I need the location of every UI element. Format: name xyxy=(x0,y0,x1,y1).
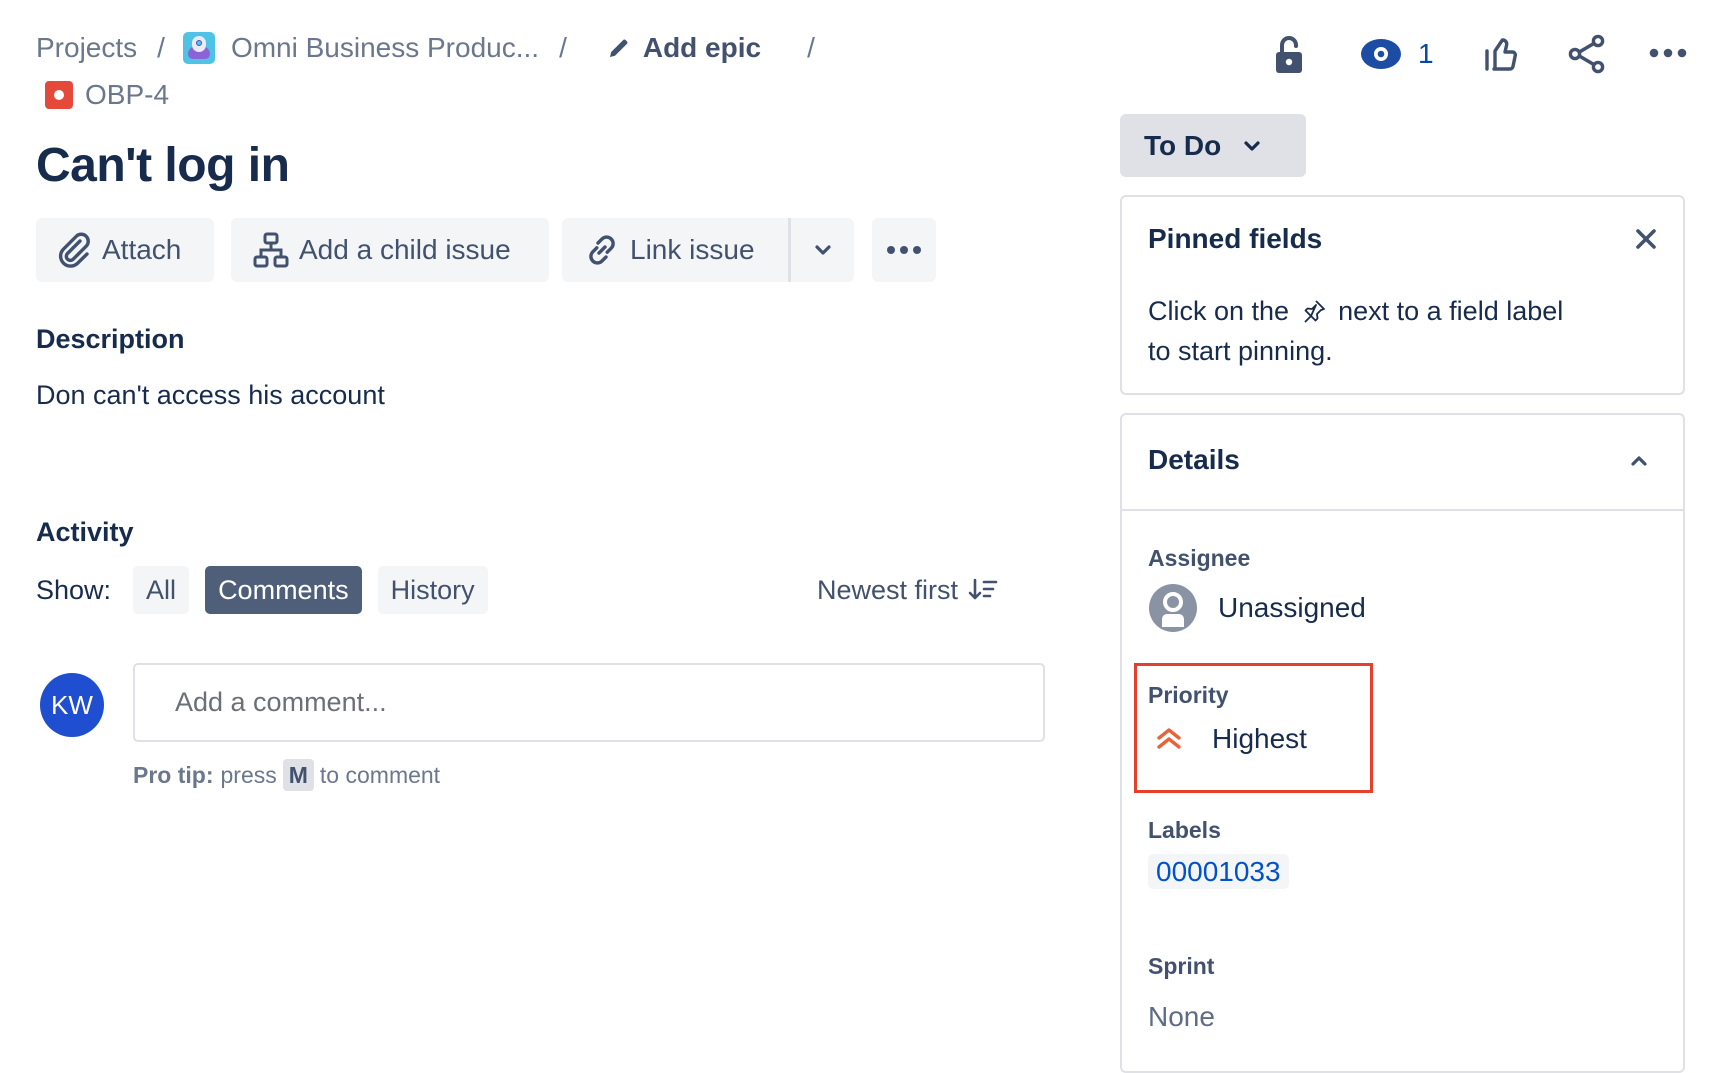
assignee-field[interactable]: Unassigned xyxy=(1148,583,1366,633)
details-panel: Details Assignee Unassigned Priority Hig… xyxy=(1120,413,1685,1073)
pinned-fields-panel: Pinned fields Click on the next to a fie… xyxy=(1120,195,1685,395)
project-avatar-icon xyxy=(182,32,215,64)
pro-tip-bold: Pro tip: xyxy=(133,761,214,788)
issue-key[interactable]: OBP-4 xyxy=(85,79,169,111)
pro-tip: Pro tip: press M to comment xyxy=(133,758,440,792)
add-epic-label: Add epic xyxy=(642,32,762,63)
attach-button[interactable]: Attach xyxy=(36,218,214,282)
breadcrumb: Projects / Omni Business Produc... / Add… xyxy=(36,28,815,68)
sort-label: Newest first xyxy=(817,574,959,605)
label-chip[interactable]: 00001033 xyxy=(1148,854,1289,889)
thumbs-up-icon xyxy=(1485,38,1517,71)
watch-count: 1 xyxy=(1418,38,1434,69)
share-icon xyxy=(1568,34,1605,74)
keyboard-shortcut-key: M xyxy=(282,759,314,791)
activity-heading: Activity xyxy=(36,517,134,547)
child-issue-icon xyxy=(253,232,289,268)
paperclip-icon xyxy=(58,232,90,268)
default-avatar-icon xyxy=(1149,584,1197,632)
pinned-fields-title: Pinned fields xyxy=(1148,223,1323,254)
status-label: To Do xyxy=(1144,129,1222,161)
chevron-down-icon xyxy=(1244,140,1260,151)
more-icon xyxy=(887,246,921,254)
pin-icon xyxy=(1303,300,1325,323)
attach-label: Attach xyxy=(102,234,182,265)
more-actions-button[interactable] xyxy=(1648,46,1688,60)
issue-key-breadcrumb[interactable]: OBP-4 xyxy=(45,79,169,111)
filter-all[interactable]: All xyxy=(133,566,190,614)
share-button[interactable] xyxy=(1568,34,1606,74)
restrictions-button[interactable] xyxy=(1274,35,1304,75)
issue-title[interactable]: Can't log in xyxy=(36,136,290,196)
add-child-issue-label: Add a child issue xyxy=(299,234,511,265)
pinned-hint-start: Click on the xyxy=(1148,296,1290,326)
add-epic-link[interactable]: Add epic xyxy=(607,32,761,64)
vote-button[interactable] xyxy=(1484,36,1520,72)
breadcrumb-projects[interactable]: Projects xyxy=(36,32,137,64)
breadcrumb-separator: / xyxy=(559,32,567,63)
user-avatar: KW xyxy=(40,673,104,737)
priority-highest-icon xyxy=(1157,728,1181,749)
bug-issue-type-icon xyxy=(45,81,73,109)
watch-button[interactable]: 1 xyxy=(1360,36,1434,72)
close-icon xyxy=(1636,229,1656,249)
pinned-hint-end: next to a field label xyxy=(1338,296,1564,326)
activity-filter: Show: All Comments History xyxy=(36,566,488,614)
pinned-fields-hint: Click on the next to a field label to st… xyxy=(1148,291,1648,371)
chevron-up-icon xyxy=(1631,456,1647,466)
labels-field[interactable]: 00001033 xyxy=(1148,854,1289,889)
filter-history[interactable]: History xyxy=(377,566,488,614)
sort-descending-icon xyxy=(968,578,998,600)
more-icon xyxy=(1649,48,1687,58)
description-heading: Description xyxy=(36,324,185,354)
link-issue-label: Link issue xyxy=(630,234,755,265)
sort-order-button[interactable]: Newest first xyxy=(817,566,998,614)
details-title: Details xyxy=(1148,444,1240,475)
status-dropdown[interactable]: To Do xyxy=(1120,114,1306,177)
breadcrumb-separator: / xyxy=(807,32,815,63)
details-header[interactable]: Details xyxy=(1122,415,1683,511)
breadcrumb-project[interactable]: Omni Business Produc... xyxy=(231,32,539,64)
pro-tip-press: press xyxy=(220,761,277,788)
sprint-value[interactable]: None xyxy=(1148,1001,1215,1033)
more-actions-button-2[interactable] xyxy=(872,218,936,282)
link-icon xyxy=(589,235,615,265)
link-issue-dropdown[interactable] xyxy=(788,218,854,282)
sprint-label: Sprint xyxy=(1148,953,1215,979)
priority-label: Priority xyxy=(1148,682,1229,708)
assignee-value: Unassigned xyxy=(1218,592,1366,623)
pro-tip-suffix: to comment xyxy=(319,761,441,788)
comment-box[interactable] xyxy=(133,663,1045,742)
pencil-icon xyxy=(609,39,628,57)
assignee-label: Assignee xyxy=(1148,545,1251,571)
chevron-down-icon xyxy=(814,245,831,255)
unlock-icon xyxy=(1276,36,1302,73)
filter-comments[interactable]: Comments xyxy=(205,566,362,614)
link-issue-button[interactable]: Link issue xyxy=(562,218,788,282)
priority-field[interactable]: Highest xyxy=(1156,719,1307,759)
priority-value: Highest xyxy=(1212,723,1307,754)
show-label: Show: xyxy=(36,574,112,605)
add-child-issue-button[interactable]: Add a child issue xyxy=(231,218,549,282)
description-text[interactable]: Don can't access his account xyxy=(36,380,1036,411)
labels-label: Labels xyxy=(1148,817,1221,843)
close-pinned-button[interactable] xyxy=(1634,227,1658,251)
eye-icon xyxy=(1361,39,1401,69)
breadcrumb-separator: / xyxy=(157,32,165,63)
comment-input[interactable] xyxy=(135,665,1043,740)
pinned-hint-line2: to start pinning. xyxy=(1148,336,1333,366)
